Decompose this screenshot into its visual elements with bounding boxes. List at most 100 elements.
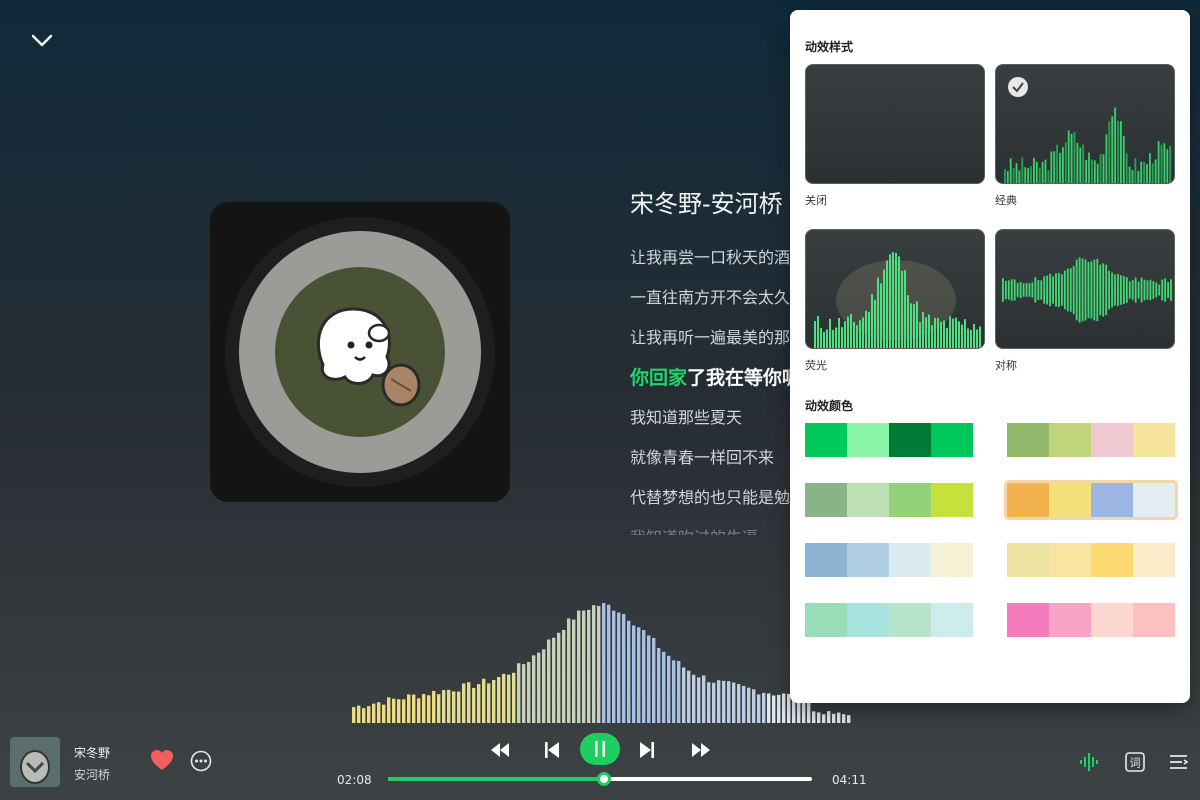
glow-bar [937,317,939,348]
spectrum-bar [487,683,491,723]
spectrum-bar [547,639,551,723]
spectrum-bar [412,694,416,723]
classic-bar [1102,154,1105,183]
total-time: 04:11 [832,773,867,787]
glow-bar [898,256,900,348]
effect-style-classic[interactable] [995,64,1175,184]
spectrum-bar [742,685,746,723]
glow-bar [850,314,852,348]
color-swatch [1091,483,1133,517]
symmetric-bar [1105,264,1108,316]
color-swatch [1091,543,1133,577]
color-palette-option[interactable] [805,603,973,637]
glow-bar [940,321,942,348]
glow-bar [859,320,861,348]
progress-thumb[interactable] [597,772,612,786]
classic-bar [1114,107,1116,183]
classic-bar [1149,153,1151,183]
spectrum-bar [447,689,451,723]
mini-album-cover[interactable] [10,737,60,787]
symmetric-bar [1146,280,1149,300]
effect-style-label: 经典 [995,194,1017,207]
glow-bar [925,317,927,348]
spectrum-bar [772,695,776,723]
symmetric-bar [1043,276,1046,304]
spectrum-bar [497,677,501,723]
glow-bar [970,329,972,348]
effect-style-heading: 动效样式 [805,40,854,54]
spectrum-bar [397,699,401,723]
effect-style-glow[interactable] [805,229,985,349]
classic-bar [1125,153,1128,183]
spectrum-bar [632,625,636,723]
color-swatch [1049,423,1091,457]
progress-bar[interactable] [388,772,812,786]
more-icon[interactable] [190,750,212,772]
skip-previous-icon[interactable] [543,740,561,760]
spectrum-bar [847,715,851,723]
spectrum-bar [367,706,371,723]
spectrum-bar [582,610,586,723]
classic-bar [1070,133,1073,183]
color-swatch [889,423,931,457]
classic-bar [1166,149,1169,183]
classic-bar [1059,152,1061,183]
glow-bar [877,277,879,348]
effect-style-off[interactable] [805,64,985,184]
color-swatch [1049,483,1091,517]
color-swatch [805,423,847,457]
symmetric-bar [1046,275,1049,305]
spectrum-bar [697,677,701,723]
spectrum-bar [662,651,666,723]
glow-bar [913,304,915,348]
rewind-icon[interactable] [489,740,511,760]
skip-next-icon[interactable] [638,740,656,760]
mini-song-title[interactable]: 宋冬野 [74,744,110,761]
color-swatch [847,483,889,517]
classic-bar [1021,157,1024,183]
pause-button[interactable] [580,733,620,765]
color-swatch [1133,603,1175,637]
classic-bar [1146,164,1148,183]
classic-bar [1169,145,1172,183]
spectrum-bar [842,714,846,723]
spectrum-bar [417,698,421,723]
sound-wave-icon[interactable] [1078,750,1102,774]
mini-artist-name[interactable]: 安河桥 [74,766,110,783]
symmetric-bar [1022,283,1025,297]
classic-bar [1041,162,1044,183]
spectrum-bar [382,704,386,723]
symmetric-bar [1128,281,1131,299]
glow-bar [973,323,975,348]
spectrum-bar [727,681,731,723]
color-palette-option[interactable] [805,423,973,457]
spectrum-bar [832,713,836,723]
glow-bar [838,317,840,348]
glow-bar [904,270,906,348]
lyrics-icon[interactable]: 词 [1123,750,1147,774]
classic-bar [1035,161,1038,183]
color-palette-option[interactable] [805,543,973,577]
color-swatch [847,423,889,457]
lyric-line: 就像青春一样回不来 [630,448,775,467]
glow-bar [934,317,936,348]
symmetric-bar [1019,281,1022,299]
chevron-down-icon[interactable] [28,26,56,54]
color-palette-option[interactable] [805,483,973,517]
glow-bar [955,317,957,348]
effect-style-symmetric[interactable] [995,229,1175,349]
heart-icon[interactable] [150,749,174,771]
symmetric-bar [1117,273,1119,307]
spectrum-bar [687,670,691,723]
spectrum-bar [482,678,486,723]
symmetric-bar [1061,274,1063,306]
color-palette-option[interactable] [1007,603,1175,637]
color-swatch [931,543,973,577]
color-palette-option[interactable] [1007,543,1175,577]
spectrum-bar [587,609,591,723]
playlist-icon[interactable] [1167,750,1191,774]
spectrum-bar [422,694,426,723]
fast-forward-icon[interactable] [690,740,712,760]
color-palette-option-selected[interactable] [1004,480,1178,520]
color-palette-option[interactable] [1007,423,1175,457]
